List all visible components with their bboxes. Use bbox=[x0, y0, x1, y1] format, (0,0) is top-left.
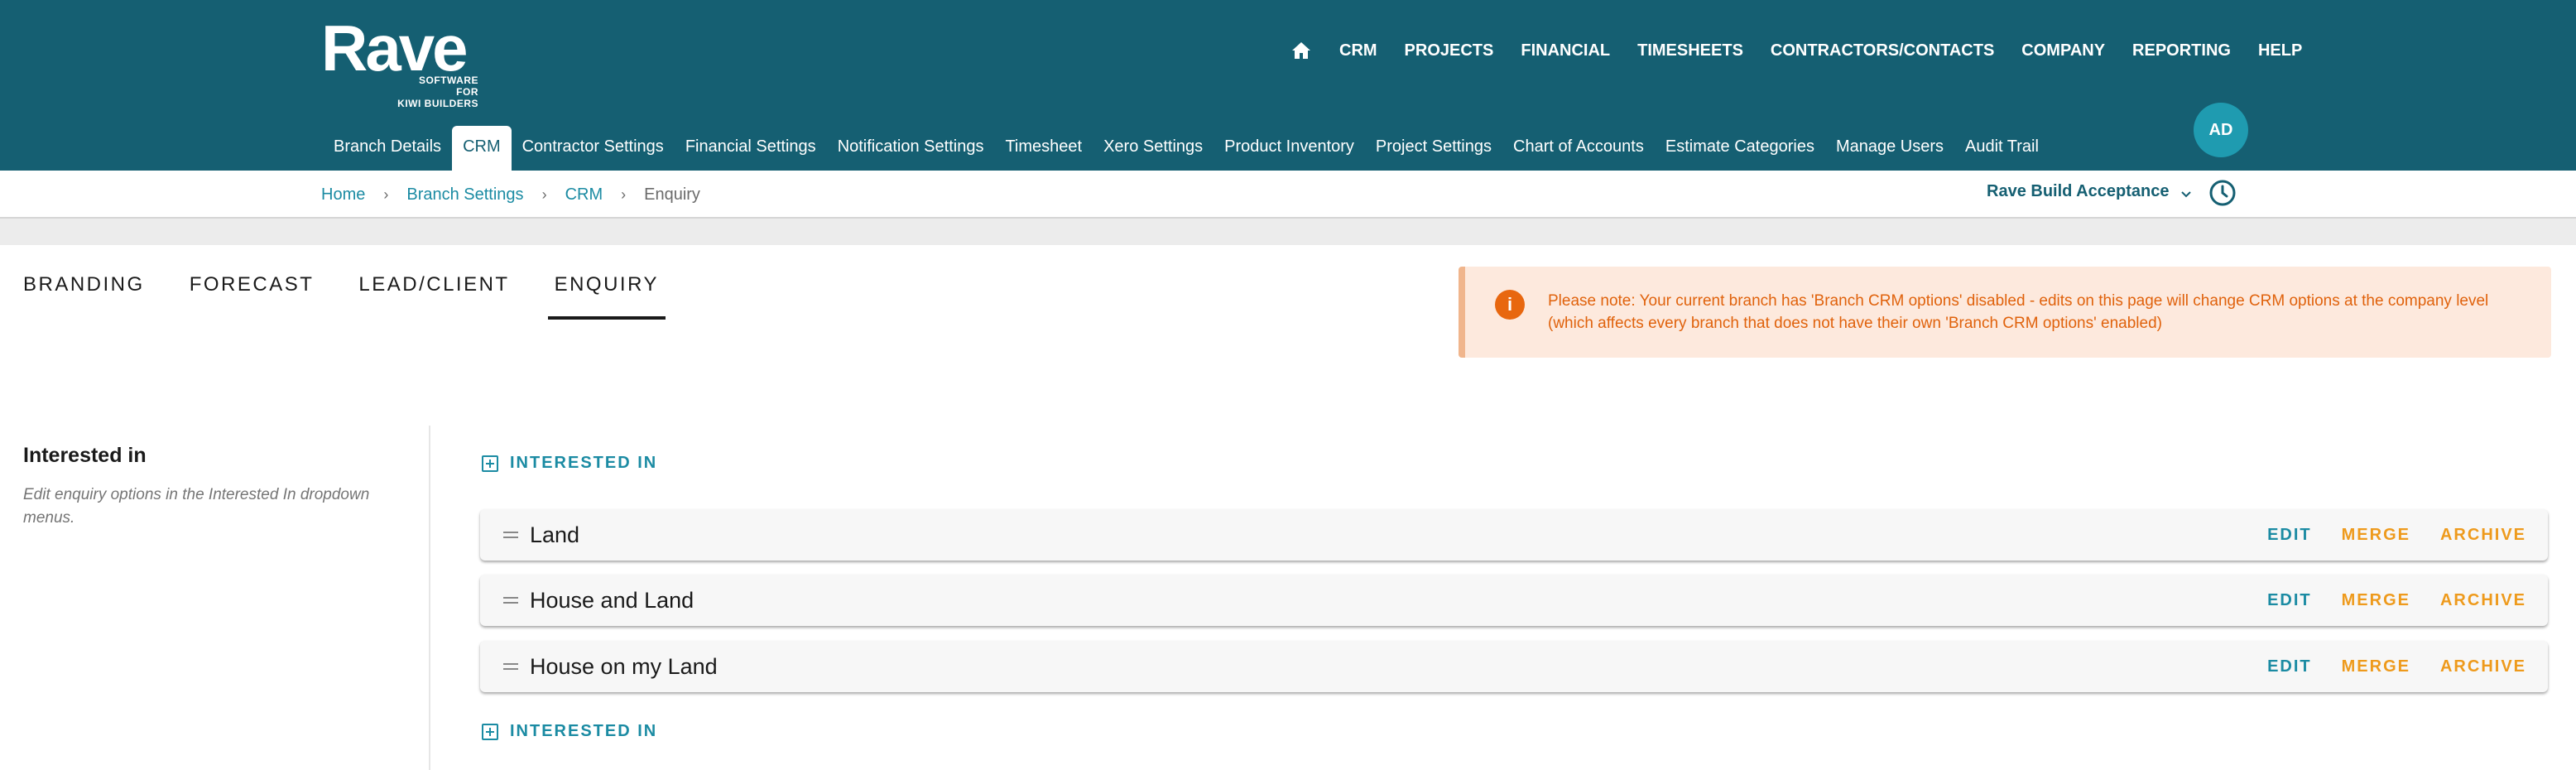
nav-projects[interactable]: PROJECTS bbox=[1405, 41, 1494, 60]
crm-tabs: BRANDING FORECAST LEAD/CLIENT ENQUIRY bbox=[23, 273, 704, 320]
tab-financial-settings[interactable]: Financial Settings bbox=[675, 126, 827, 171]
edit-button[interactable]: EDIT bbox=[2267, 591, 2312, 610]
tab-contractor-settings[interactable]: Contractor Settings bbox=[512, 126, 675, 171]
user-avatar[interactable]: AD bbox=[2194, 103, 2248, 157]
option-row: Land EDIT MERGE ARCHIVE bbox=[480, 509, 2548, 561]
add-interested-in-label: INTERESTED IN bbox=[510, 722, 658, 740]
merge-button[interactable]: MERGE bbox=[2342, 526, 2410, 545]
chevron-down-icon bbox=[2180, 186, 2192, 198]
add-interested-in-button[interactable]: INTERESTED IN bbox=[482, 722, 657, 741]
edit-button[interactable]: EDIT bbox=[2267, 526, 2312, 545]
plus-box-icon bbox=[482, 723, 498, 740]
vertical-divider bbox=[429, 426, 430, 770]
option-row: House and Land EDIT MERGE ARCHIVE bbox=[480, 575, 2548, 626]
logo-wordmark: Rave bbox=[321, 12, 468, 84]
branch-selector-value: Rave Build Acceptance bbox=[1987, 182, 2170, 200]
logo-tagline: SOFTWARE FOR KIWI BUILDERS bbox=[397, 75, 478, 109]
info-icon: i bbox=[1495, 290, 1525, 320]
nav-crm[interactable]: CRM bbox=[1339, 41, 1377, 60]
section-description: Edit enquiry options in the Interested I… bbox=[23, 486, 370, 527]
tab-project-settings[interactable]: Project Settings bbox=[1365, 126, 1502, 171]
home-icon[interactable] bbox=[1291, 39, 1314, 62]
breadcrumb-home[interactable]: Home bbox=[321, 185, 365, 205]
settings-tabs: Branch Details CRM Contractor Settings F… bbox=[323, 126, 2050, 171]
nav-company[interactable]: COMPANY bbox=[2021, 41, 2105, 60]
app-header: Rave SOFTWARE FOR KIWI BUILDERS CRM PROJ… bbox=[0, 0, 2576, 171]
option-label: House and Land bbox=[530, 587, 694, 613]
tab-enquiry[interactable]: ENQUIRY bbox=[547, 273, 666, 320]
drag-handle-icon[interactable] bbox=[503, 531, 520, 539]
nav-help[interactable]: HELP bbox=[2258, 41, 2302, 60]
nav-contractors-contacts[interactable]: CONTRACTORS/CONTACTS bbox=[1771, 41, 1994, 60]
tab-product-inventory[interactable]: Product Inventory bbox=[1214, 126, 1365, 171]
page-divider-strip bbox=[0, 219, 2576, 245]
add-interested-in-label: INTERESTED IN bbox=[510, 454, 658, 472]
section-title: Interested in bbox=[23, 444, 147, 467]
tab-crm[interactable]: CRM bbox=[452, 126, 512, 171]
merge-button[interactable]: MERGE bbox=[2342, 591, 2410, 610]
tab-branding[interactable]: BRANDING bbox=[23, 273, 145, 320]
nav-financial[interactable]: FINANCIAL bbox=[1521, 41, 1610, 60]
drag-handle-icon[interactable] bbox=[503, 596, 520, 604]
tab-estimate-categories[interactable]: Estimate Categories bbox=[1655, 126, 1825, 171]
breadcrumb-separator: › bbox=[541, 186, 547, 203]
nav-timesheets[interactable]: TIMESHEETS bbox=[1637, 41, 1743, 60]
branch-warning-notice: i Please note: Your current branch has '… bbox=[1459, 267, 2551, 358]
breadcrumb-bar: Home › Branch Settings › CRM › Enquiry R… bbox=[0, 171, 2576, 219]
tab-lead-client[interactable]: LEAD/CLIENT bbox=[358, 273, 509, 320]
option-label: Land bbox=[530, 522, 580, 547]
tab-manage-users[interactable]: Manage Users bbox=[1825, 126, 1954, 171]
drag-handle-icon[interactable] bbox=[503, 662, 520, 671]
tab-notification-settings[interactable]: Notification Settings bbox=[827, 126, 995, 171]
notice-message: Please note: Your current branch has 'Br… bbox=[1548, 292, 2489, 332]
branch-selector[interactable]: Rave Build Acceptance bbox=[1987, 182, 2192, 201]
tab-branch-details[interactable]: Branch Details bbox=[323, 126, 452, 171]
breadcrumb-crm[interactable]: CRM bbox=[565, 185, 603, 205]
edit-button[interactable]: EDIT bbox=[2267, 657, 2312, 676]
merge-button[interactable]: MERGE bbox=[2342, 657, 2410, 676]
option-label: House on my Land bbox=[530, 653, 718, 679]
breadcrumb-current: Enquiry bbox=[644, 185, 700, 204]
archive-button[interactable]: ARCHIVE bbox=[2440, 657, 2526, 676]
nav-reporting[interactable]: REPORTING bbox=[2132, 41, 2231, 60]
top-nav: CRM PROJECTS FINANCIAL TIMESHEETS CONTRA… bbox=[1291, 38, 2329, 63]
breadcrumb-branch-settings[interactable]: Branch Settings bbox=[406, 185, 523, 205]
history-clock-icon[interactable] bbox=[2208, 179, 2237, 207]
option-row: House on my Land EDIT MERGE ARCHIVE bbox=[480, 641, 2548, 692]
breadcrumb-separator: › bbox=[383, 186, 389, 203]
tab-xero-settings[interactable]: Xero Settings bbox=[1093, 126, 1214, 171]
add-interested-in-button[interactable]: INTERESTED IN bbox=[482, 454, 657, 473]
tab-chart-of-accounts[interactable]: Chart of Accounts bbox=[1502, 126, 1655, 171]
plus-box-icon bbox=[482, 455, 498, 472]
breadcrumb: Home › Branch Settings › CRM › Enquiry bbox=[321, 185, 700, 205]
archive-button[interactable]: ARCHIVE bbox=[2440, 526, 2526, 545]
archive-button[interactable]: ARCHIVE bbox=[2440, 591, 2526, 610]
tab-forecast[interactable]: FORECAST bbox=[190, 273, 315, 320]
tab-audit-trail[interactable]: Audit Trail bbox=[1954, 126, 2050, 171]
tab-timesheet[interactable]: Timesheet bbox=[994, 126, 1093, 171]
breadcrumb-separator: › bbox=[621, 186, 627, 203]
rave-logo[interactable]: Rave SOFTWARE FOR KIWI BUILDERS bbox=[321, 12, 495, 109]
